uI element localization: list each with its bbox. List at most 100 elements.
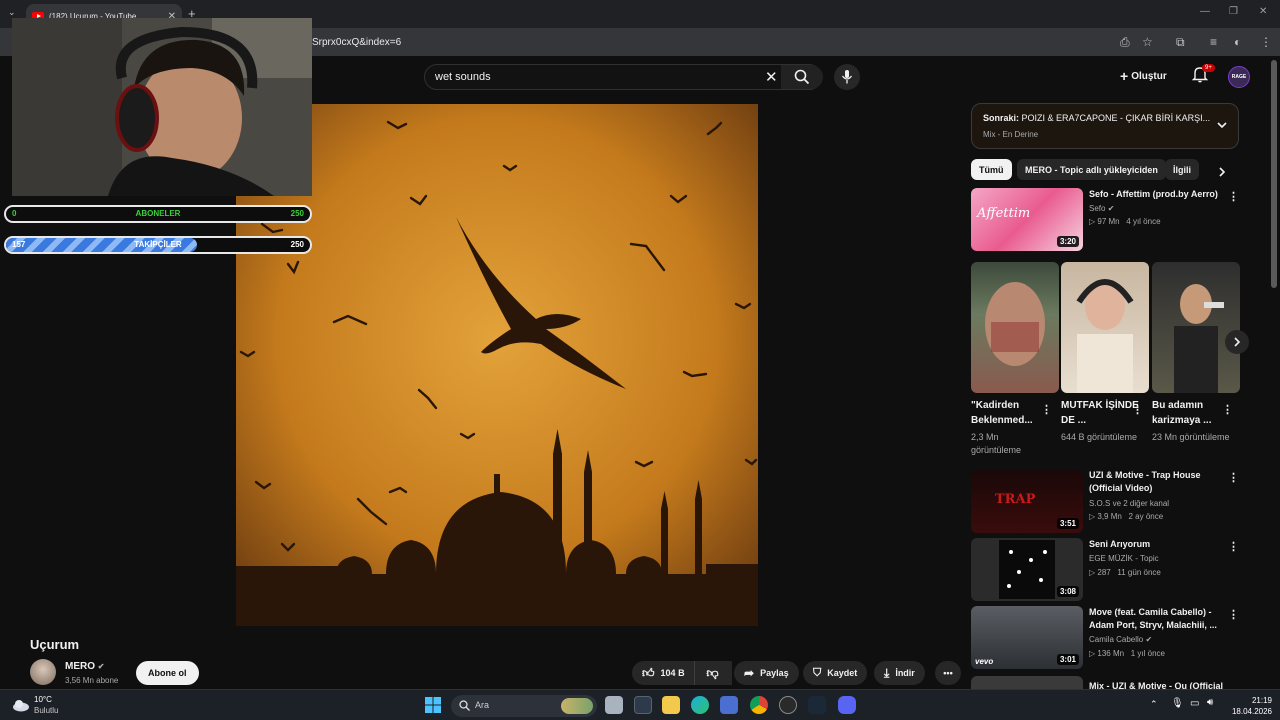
chip-related[interactable]: İlgili: [1165, 159, 1199, 180]
taskbar-search-placeholder: Ara: [475, 700, 490, 710]
obs-icon[interactable]: [779, 696, 797, 714]
extensions-icon[interactable]: ⧉: [1176, 35, 1185, 50]
share-button[interactable]: ➦ Paylaş: [734, 661, 799, 685]
browser-menu-icon[interactable]: ⋮: [1260, 35, 1272, 49]
taskbar-clock[interactable]: 21:19 18.04.2026: [1226, 695, 1272, 717]
video-title-link[interactable]: UZI & Motive - Trap House (Official Vide…: [1089, 469, 1227, 495]
shorts-next-button[interactable]: [1225, 330, 1249, 354]
plus-icon: +: [1120, 68, 1129, 84]
video-title-link[interactable]: Seni Arıyorum: [1089, 538, 1227, 551]
notifications-button[interactable]: 9+: [1191, 64, 1215, 88]
clock-date: 18.04.2026: [1231, 707, 1272, 716]
bookmark-star-icon[interactable]: ☆: [1142, 35, 1153, 49]
video-meta: ▷ 287 11 gün önce: [1089, 568, 1161, 577]
video-thumbnail[interactable]: Affettim 3:20: [971, 188, 1083, 251]
short-more-icon[interactable]: ⋮: [1222, 403, 1233, 416]
channel-text: Sefo: [1089, 204, 1106, 213]
channel-name[interactable]: MERO ✔: [65, 661, 104, 672]
short-title[interactable]: Bu adamın karizmaya ...: [1152, 398, 1230, 428]
thumbnail-logo-art: TRAP: [995, 492, 1036, 507]
short-views: 644 B görüntüleme: [1061, 432, 1138, 442]
tab-search-icon[interactable]: ⌄: [8, 7, 16, 18]
video-title-link[interactable]: Mix - UZI & Motive - Qu (Official: [1089, 681, 1227, 689]
video-thumbnail[interactable]: TRAP 3:51: [971, 470, 1083, 533]
chevron-right-icon[interactable]: [1216, 166, 1228, 178]
widgets-icon[interactable]: [634, 696, 652, 714]
microphone-tray-icon[interactable]: 🎙︎: [1171, 698, 1184, 709]
steam-icon[interactable]: [808, 696, 826, 714]
video-thumbnail[interactable]: 3:08: [971, 538, 1083, 601]
notification-badge: 9+: [1202, 64, 1215, 72]
short-views: 23 Mn görüntüleme: [1152, 432, 1230, 442]
short-thumbnail[interactable]: [1152, 262, 1240, 393]
video-channel[interactable]: S.O.S ve 2 diğer kanal: [1089, 499, 1169, 508]
search-button[interactable]: [781, 65, 823, 89]
video-title-link[interactable]: Move (feat. Camila Cabello) - Adam Port,…: [1089, 606, 1227, 632]
windows-start-icon[interactable]: [425, 697, 441, 713]
like-count: 104 B: [660, 668, 685, 678]
profile-icon[interactable]: ◐: [1234, 35, 1241, 49]
video-more-icon[interactable]: ⋮: [1228, 471, 1239, 484]
video-channel[interactable]: EGE MÜZİK - Topic: [1089, 554, 1159, 563]
save-button[interactable]: ⛉ Kaydet: [803, 661, 868, 685]
video-thumbnail[interactable]: vevo 3:01: [971, 606, 1083, 669]
taskbar-search[interactable]: Ara: [451, 695, 597, 717]
create-button[interactable]: + Oluştur: [1120, 68, 1167, 84]
address-bar[interactable]: Srprx0cxQ&index=6: [312, 37, 401, 48]
chrome-icon[interactable]: [750, 696, 768, 714]
window-close-icon[interactable]: ✕: [1259, 6, 1267, 17]
channel-avatar[interactable]: [30, 659, 56, 685]
channel-name-text: MERO: [65, 661, 95, 672]
video-player[interactable]: [236, 104, 758, 626]
microphone-icon: [841, 70, 853, 84]
volume-icon[interactable]: 🔊︎: [1207, 697, 1213, 708]
video-more-icon[interactable]: ⋮: [1228, 540, 1239, 553]
search-box[interactable]: wet sounds ✕: [424, 64, 823, 90]
media-icon[interactable]: ≡: [1210, 35, 1217, 49]
maximize-icon[interactable]: ❐: [1229, 6, 1238, 17]
subscribe-button[interactable]: Abone ol: [136, 661, 199, 685]
video-title-link[interactable]: Sefo - Affettim (prod.by Aerro): [1089, 188, 1227, 201]
tray-overflow-icon[interactable]: ⌃: [1150, 699, 1158, 710]
short-thumbnail[interactable]: [971, 262, 1059, 393]
chip-uploader[interactable]: MERO - Topic adlı yükleyiciden: [1017, 159, 1166, 180]
display-tray-icon[interactable]: ▭: [1190, 698, 1199, 709]
vevo-logo: vevo: [975, 657, 994, 666]
short-title[interactable]: "Kadirden Beklenmed...: [971, 398, 1049, 428]
dislike-button[interactable]: 👎︎: [694, 661, 730, 685]
search-input[interactable]: wet sounds: [435, 71, 491, 83]
microsoft-store-icon[interactable]: [720, 696, 738, 714]
create-label: Oluştur: [1131, 71, 1167, 82]
short-more-icon[interactable]: ⋮: [1132, 403, 1143, 416]
discord-icon[interactable]: [838, 696, 856, 714]
up-next-panel[interactable]: Sonraki: POIZI & ERA7CAPONE - ÇIKAR BİRİ…: [971, 103, 1239, 149]
chevron-down-icon[interactable]: [1216, 119, 1228, 131]
subscribers-goal: 250: [290, 209, 304, 218]
search-highlight-image: [561, 698, 593, 714]
chip-all[interactable]: Tümü: [971, 159, 1012, 180]
more-actions-button[interactable]: •••: [935, 661, 961, 685]
video-more-icon[interactable]: ⋮: [1228, 608, 1239, 621]
file-explorer-icon[interactable]: [662, 696, 680, 714]
weather-condition: Bulutlu: [34, 706, 59, 715]
edge-browser-icon[interactable]: [691, 696, 709, 714]
video-thumbnail[interactable]: [971, 676, 1083, 689]
video-more-icon[interactable]: ⋮: [1228, 190, 1239, 203]
page-scrollbar[interactable]: [1271, 60, 1277, 288]
task-view-icon[interactable]: [605, 696, 623, 714]
install-app-icon[interactable]: ⎙: [1120, 35, 1130, 50]
video-channel[interactable]: Camila Cabello ✔: [1089, 635, 1152, 644]
verified-icon: ✔: [1145, 635, 1153, 644]
video-meta: ▷ 136 Mn 1 yıl önce: [1089, 649, 1165, 658]
short-preview-image: [1076, 279, 1134, 393]
short-thumbnail[interactable]: [1061, 262, 1149, 393]
download-button[interactable]: ⤓ İndir: [874, 661, 925, 685]
voice-search-button[interactable]: [834, 64, 860, 90]
account-avatar[interactable]: RAGE: [1228, 66, 1250, 88]
short-more-icon[interactable]: ⋮: [1041, 403, 1052, 416]
minimize-icon[interactable]: —: [1200, 6, 1210, 17]
short-title[interactable]: MUTFAK İŞİNDE DE ...: [1061, 398, 1139, 428]
video-channel[interactable]: Sefo ✔: [1089, 204, 1114, 213]
streamer-webcam-image: [12, 18, 312, 196]
clear-search-icon[interactable]: ✕: [765, 68, 778, 86]
